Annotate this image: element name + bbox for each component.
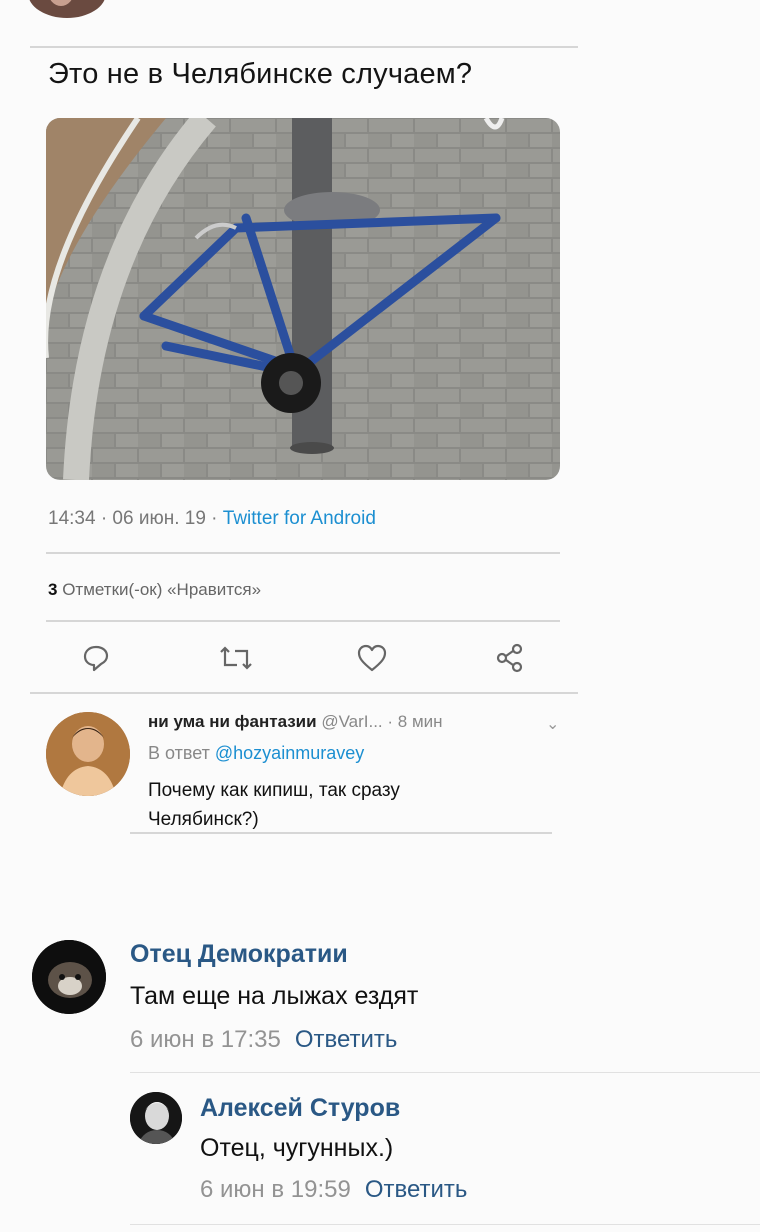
comment-reply-button[interactable]: Ответить [295, 1026, 398, 1053]
comment-meta: 6 июн в 19:59 Ответить [200, 1176, 467, 1204]
retweet-icon [220, 646, 252, 670]
divider [30, 692, 578, 694]
divider [46, 552, 560, 554]
comment-icon [83, 645, 109, 672]
comment-author-name[interactable]: Алексей Стуров [200, 1094, 400, 1123]
like-button[interactable] [352, 638, 392, 678]
avatar-photo [46, 712, 130, 796]
comment-text: Там еще на лыжах ездят [130, 982, 419, 1010]
comment-text: Отец, чугунных.) [200, 1134, 394, 1162]
chevron-down-icon[interactable]: ⌄ [546, 714, 559, 734]
tweet-source-link[interactable]: Twitter for Android [223, 508, 376, 529]
avatar-man [130, 1092, 182, 1144]
comment-meta: 6 июн в 17:35 Ответить [130, 1026, 397, 1054]
share-button[interactable] [490, 638, 530, 678]
comment-author-name[interactable]: Отец Демократии [130, 940, 348, 969]
share-icon [496, 643, 523, 673]
reply-in-reply-to: В ответ @hozyainmuravey [148, 743, 364, 764]
reply-author-name[interactable]: ни ума ни фантазии [148, 712, 317, 731]
divider [130, 1224, 760, 1225]
tweet-author-avatar[interactable] [28, 0, 106, 18]
reply-header: ни ума ни фантазии @VarI... · 8 мин [148, 712, 443, 732]
reply-author-handle[interactable]: @VarI... [317, 712, 382, 731]
reply-to-prefix: В ответ [148, 743, 215, 763]
tweet-photo[interactable] [46, 118, 560, 480]
comment-date[interactable]: 6 июн в 19:59 [200, 1176, 351, 1203]
bicycle-frame-photo [46, 118, 560, 480]
comment-author-avatar[interactable] [130, 1092, 182, 1144]
tweet-timestamp: 14:34 · 06 июн. 19 · Twitter for Android [48, 508, 376, 530]
retweet-button[interactable] [216, 638, 256, 678]
tweet-time: 14:34 · 06 июн. 19 · [48, 508, 223, 529]
comment-date[interactable]: 6 июн в 17:35 [130, 1026, 281, 1053]
avatar-cat [32, 940, 106, 1014]
divider [30, 46, 578, 48]
divider [130, 1072, 760, 1073]
comment-author-avatar[interactable] [32, 940, 106, 1014]
reply-author-avatar[interactable] [46, 712, 130, 796]
heart-icon [357, 644, 387, 672]
tweet-text: Это не в Челябинске случаем? [48, 58, 473, 90]
divider [130, 832, 552, 834]
reply-text: Почему как кипиш, так сразу Челябинск?) [148, 780, 400, 830]
divider [46, 620, 560, 622]
reply-to-handle[interactable]: @hozyainmuravey [215, 743, 364, 763]
tweet-likes[interactable]: 3 Отметки(-ок) «Нравится» [48, 580, 261, 600]
comment-button[interactable] [76, 638, 116, 678]
likes-label: Отметки(-ок) «Нравится» [57, 580, 262, 599]
reply-age: · 8 мин [382, 712, 443, 731]
comment-reply-button[interactable]: Ответить [365, 1176, 468, 1203]
